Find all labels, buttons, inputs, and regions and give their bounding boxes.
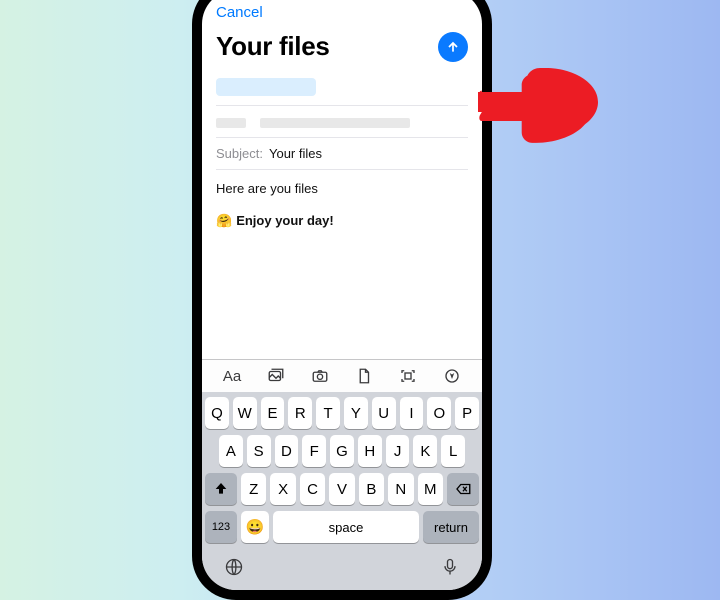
- recipient-pill[interactable]: [216, 78, 316, 96]
- keyboard-toolbar: Aa: [202, 359, 482, 392]
- compose-title: Your files: [216, 31, 330, 62]
- compose-area: Subject: Your files Here are you files 🤗…: [202, 72, 482, 359]
- dictation-button[interactable]: [440, 557, 460, 582]
- numbers-key[interactable]: 123: [205, 511, 237, 543]
- key-v[interactable]: V: [329, 473, 354, 505]
- title-row: Your files: [202, 25, 482, 72]
- key-t[interactable]: T: [316, 397, 340, 429]
- key-z[interactable]: Z: [241, 473, 266, 505]
- screen: Cancel Your files Subject: Your files: [202, 0, 482, 590]
- key-x[interactable]: X: [270, 473, 295, 505]
- key-y[interactable]: Y: [344, 397, 368, 429]
- space-key[interactable]: space: [273, 511, 419, 543]
- key-s[interactable]: S: [247, 435, 271, 467]
- key-m[interactable]: M: [418, 473, 443, 505]
- mic-icon: [440, 557, 460, 577]
- body-line-1: Here are you files: [216, 180, 468, 198]
- body-enjoy-line: 🤗 Enjoy your day!: [216, 212, 468, 230]
- document-button[interactable]: [353, 366, 375, 386]
- key-f[interactable]: F: [302, 435, 326, 467]
- globe-icon: [224, 557, 244, 577]
- document-icon: [355, 367, 373, 385]
- pointing-hand-annotation: [478, 64, 598, 154]
- top-bar: Cancel: [202, 2, 482, 25]
- key-a[interactable]: A: [219, 435, 243, 467]
- photo-library-button[interactable]: [265, 366, 287, 386]
- subject-value: Your files: [269, 146, 322, 161]
- key-row-2: A S D F G H J K L: [205, 435, 479, 467]
- key-q[interactable]: Q: [205, 397, 229, 429]
- keyboard: Q W E R T Y U I O P A S D F G H J K L: [202, 392, 482, 553]
- scan-button[interactable]: [397, 366, 419, 386]
- return-key[interactable]: return: [423, 511, 479, 543]
- key-k[interactable]: K: [413, 435, 437, 467]
- key-i[interactable]: I: [400, 397, 424, 429]
- delete-key[interactable]: [447, 473, 479, 505]
- key-g[interactable]: G: [330, 435, 354, 467]
- key-d[interactable]: D: [275, 435, 299, 467]
- shift-icon: [213, 481, 229, 497]
- cc-field[interactable]: [216, 105, 468, 137]
- key-j[interactable]: J: [386, 435, 410, 467]
- hug-emoji: 🤗: [216, 213, 232, 228]
- key-b[interactable]: B: [359, 473, 384, 505]
- arrow-up-icon: [445, 39, 461, 55]
- phone-frame: Cancel Your files Subject: Your files: [192, 0, 492, 600]
- shift-key[interactable]: [205, 473, 237, 505]
- key-e[interactable]: E: [261, 397, 285, 429]
- emoji-key[interactable]: 😀: [241, 511, 269, 543]
- markup-icon: [443, 367, 461, 385]
- globe-button[interactable]: [224, 557, 244, 582]
- key-o[interactable]: O: [427, 397, 451, 429]
- key-w[interactable]: W: [233, 397, 257, 429]
- enjoy-text: Enjoy your day!: [236, 213, 334, 228]
- to-field[interactable]: [216, 72, 468, 105]
- key-c[interactable]: C: [300, 473, 325, 505]
- photos-icon: [266, 367, 286, 385]
- key-h[interactable]: H: [358, 435, 382, 467]
- email-body[interactable]: Here are you files 🤗 Enjoy your day!: [216, 170, 468, 236]
- delete-icon: [454, 480, 472, 498]
- subject-label: Subject:: [216, 146, 263, 161]
- subject-field[interactable]: Subject: Your files: [216, 137, 468, 169]
- key-r[interactable]: R: [288, 397, 312, 429]
- camera-button[interactable]: [309, 366, 331, 386]
- camera-icon: [310, 367, 330, 385]
- send-button[interactable]: [438, 32, 468, 62]
- keyboard-bottom-bar: [202, 553, 482, 590]
- scan-icon: [399, 367, 417, 385]
- key-row-1: Q W E R T Y U I O P: [205, 397, 479, 429]
- key-l[interactable]: L: [441, 435, 465, 467]
- key-n[interactable]: N: [388, 473, 413, 505]
- text-format-button[interactable]: Aa: [221, 366, 243, 386]
- key-p[interactable]: P: [455, 397, 479, 429]
- markup-button[interactable]: [441, 366, 463, 386]
- key-row-3: Z X C V B N M: [205, 473, 479, 505]
- key-row-4: 123 😀 space return: [205, 511, 479, 543]
- key-u[interactable]: U: [372, 397, 396, 429]
- cancel-button[interactable]: Cancel: [216, 4, 263, 21]
